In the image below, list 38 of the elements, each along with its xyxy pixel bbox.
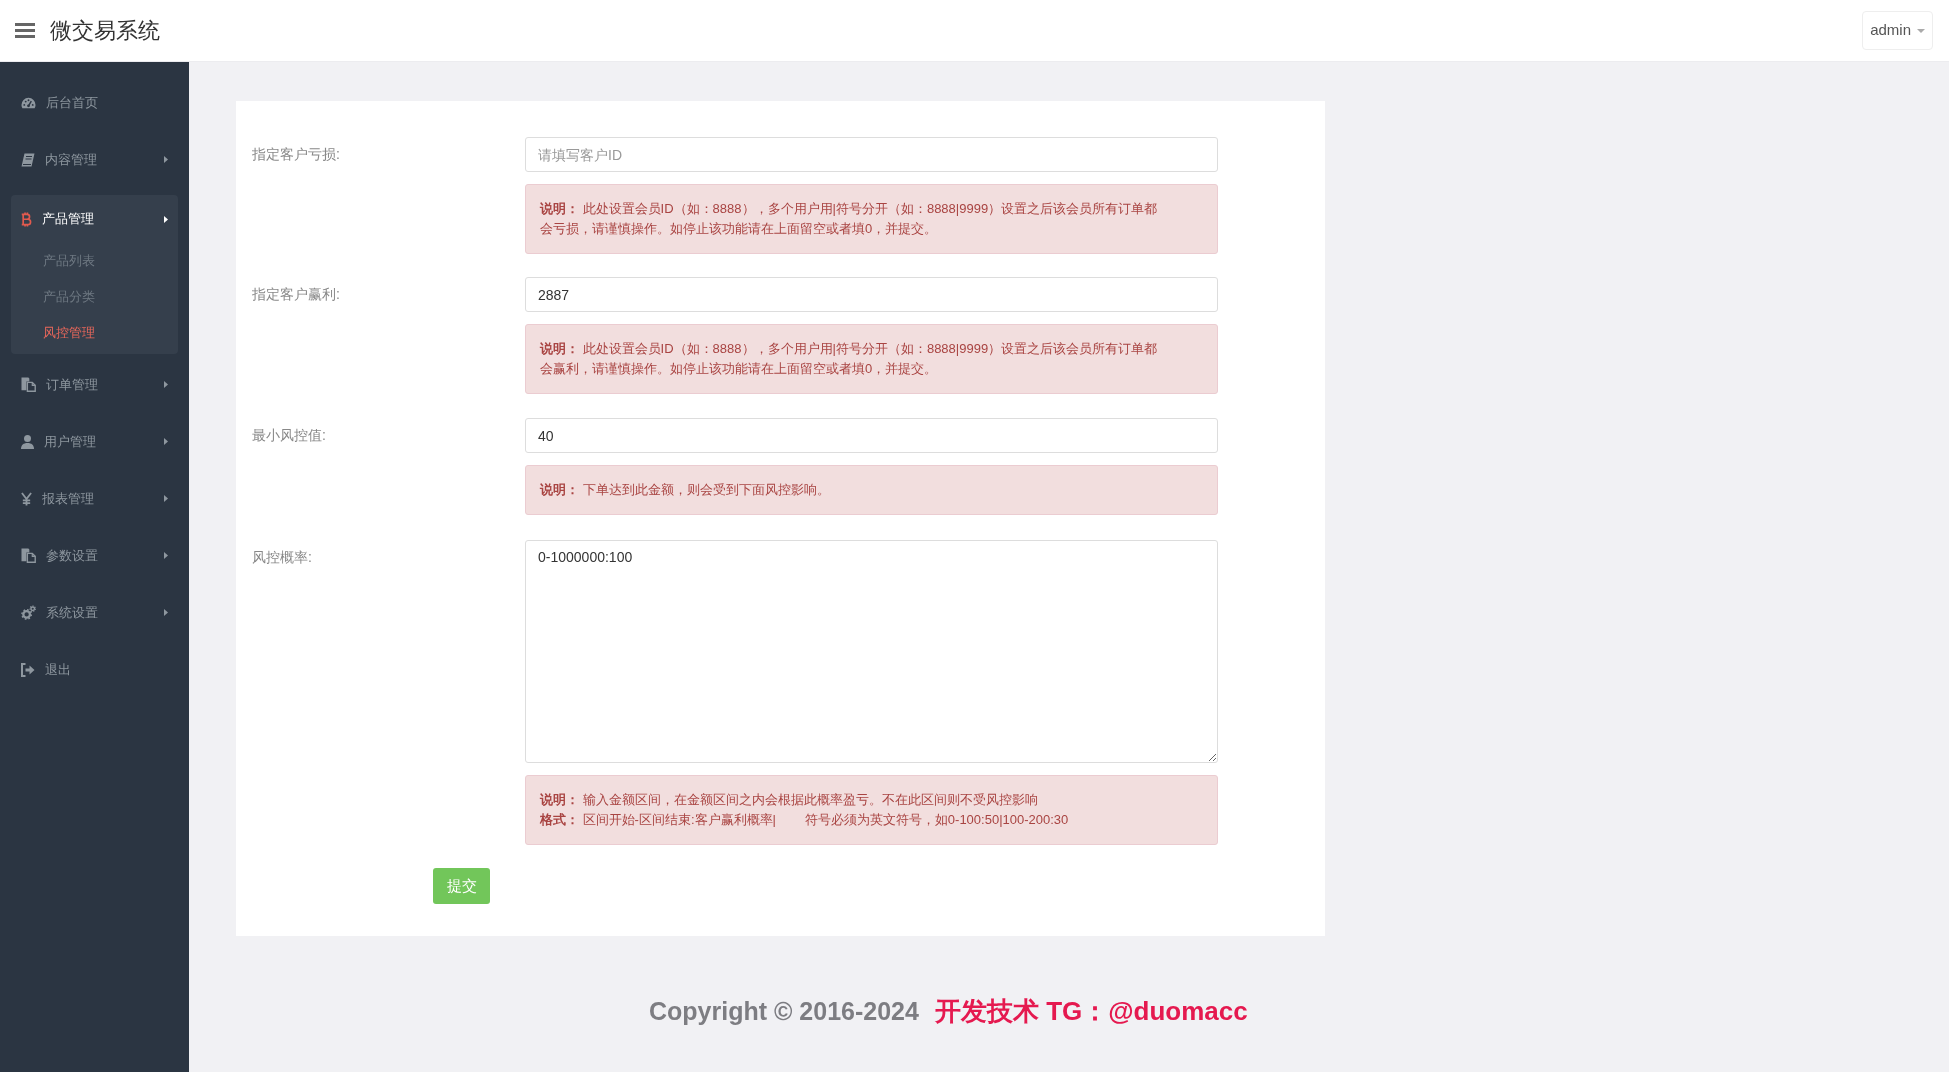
help-text: 说明： 此处设置会员ID（如：8888），多个用户用|符号分开（如：8888|9999）设置之后该会员所有订单都会赢利，请谨慎操作。如停止该功能请在上面留空或者填0，并提交。: [540, 340, 1159, 378]
submenu-item[interactable]: 风控管理: [11, 315, 178, 351]
field-label: 指定客户赢利:: [252, 285, 341, 304]
sidebar-item[interactable]: 内容管理: [0, 131, 189, 188]
sidebar-item[interactable]: 订单管理: [0, 356, 189, 413]
help-text: 说明： 此处设置会员ID（如：8888），多个用户用|符号分开（如：8888|9999）设置之后该会员所有订单都会亏损，请谨慎操作。如停止该功能请在上面留空或者填0，并提交。: [540, 200, 1159, 238]
caret-icon: [1917, 28, 1925, 33]
documents-icon: [21, 377, 36, 392]
help-text: 格式： 区间开始-区间结束:客户赢利概率| 符号必须为英文符号，如0-100:50|100-200:30: [540, 811, 1070, 829]
field-label: 风控概率:: [252, 548, 313, 567]
app-title: 微交易系统: [50, 17, 160, 45]
help-text: 说明： 下单达到此金额，则会受到下面风控影响。: [540, 481, 831, 499]
sidebar-item[interactable]: 系统设置: [0, 584, 189, 641]
gauge-icon: [21, 96, 36, 109]
input-field[interactable]: 请填写客户ID: [525, 137, 1218, 172]
help-text: 说明： 输入金额区间，在金额区间之内会根据此概率盈亏。不在此区间则不受风控影响: [540, 791, 1039, 809]
yen-icon: [21, 491, 32, 506]
field-label: 最小风控值:: [252, 426, 327, 445]
sidebar-item[interactable]: 报表管理: [0, 470, 189, 527]
book-icon: [21, 152, 35, 167]
textarea-field[interactable]: 0-1000000:100: [525, 540, 1218, 763]
input-field[interactable]: 2887: [525, 277, 1218, 312]
logout-icon: [21, 662, 35, 677]
menu-icon[interactable]: [15, 23, 35, 38]
sidebar-item[interactable]: 参数设置: [0, 527, 189, 584]
sidebar-item[interactable]: 产品管理: [11, 195, 178, 243]
copyright-text: Copyright © 2016-2024: [649, 996, 919, 1026]
input-field[interactable]: 40: [525, 418, 1218, 453]
currency-icon: [21, 211, 32, 227]
user-menu-button[interactable]: admin: [1862, 11, 1933, 50]
user-icon: [21, 434, 34, 449]
documents-icon: [21, 548, 36, 563]
sidebar-item[interactable]: 退出: [0, 641, 189, 698]
sidebar-item[interactable]: 用户管理: [0, 413, 189, 470]
field-label: 指定客户亏损:: [252, 145, 341, 164]
sidebar-item[interactable]: 后台首页: [0, 74, 189, 131]
gears-icon: [21, 605, 36, 620]
credit-text: 开发技术 TG：@duomacc: [934, 996, 1248, 1026]
